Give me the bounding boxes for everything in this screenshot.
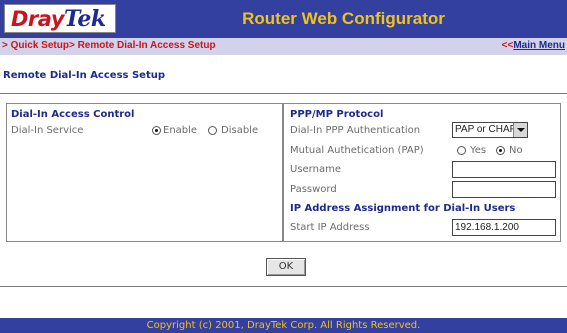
- dial-in-service-label: Dial-In Service: [11, 125, 84, 136]
- disable-radio[interactable]: [208, 126, 217, 135]
- mutual-yes-radio[interactable]: [457, 146, 466, 155]
- logo-dray: Dray: [11, 7, 65, 31]
- ppp-mp-heading: PPP/MP Protocol: [290, 109, 384, 120]
- enable-radio[interactable]: [152, 126, 161, 135]
- mutual-no-radio[interactable]: [496, 146, 505, 155]
- chevron-down-icon[interactable]: [513, 123, 527, 137]
- start-ip-label: Start IP Address: [290, 222, 370, 233]
- main-menu-link[interactable]: Main Menu: [513, 40, 565, 51]
- main-menu-prefix: <<: [501, 40, 514, 51]
- app-title: Router Web Configurator: [242, 9, 445, 28]
- copyright-footer: Copyright (c) 2001, DrayTek Corp. All Ri…: [0, 318, 567, 333]
- auth-select-value: PAP or CHAP: [455, 124, 517, 135]
- logo-tek: Tek: [64, 6, 106, 32]
- breadcrumb: > Quick Setup> Remote Dial-In Access Set…: [2, 40, 216, 51]
- username-input[interactable]: [452, 161, 556, 178]
- start-ip-input[interactable]: 192.168.1.200: [452, 219, 556, 236]
- main-menu-nav: <<Main Menu: [502, 40, 565, 51]
- ok-button[interactable]: OK: [266, 258, 306, 276]
- auth-select[interactable]: PAP or CHAP: [452, 122, 528, 138]
- mutual-no-label: No: [509, 145, 523, 156]
- auth-label: Dial-In PPP Authentication: [290, 125, 421, 136]
- divider-top: [0, 93, 567, 94]
- breadcrumb-bar: > Quick Setup> Remote Dial-In Access Set…: [0, 38, 567, 55]
- password-input[interactable]: [452, 181, 556, 198]
- header-bar: DrayTek Router Web Configurator: [0, 0, 567, 38]
- dial-in-access-heading: Dial-In Access Control: [11, 109, 135, 120]
- page-title: Remote Dial-In Access Setup: [3, 70, 165, 81]
- mutual-yes-label: Yes: [470, 145, 487, 156]
- divider-bottom: [0, 286, 567, 287]
- logo-dray-text: DrayTek: [11, 6, 106, 32]
- dial-in-access-panel: [6, 103, 283, 242]
- password-label: Password: [290, 184, 337, 195]
- disable-radio-label: Disable: [221, 125, 259, 136]
- username-label: Username: [290, 164, 341, 175]
- ip-assignment-heading: IP Address Assignment for Dial-In Users: [290, 203, 516, 214]
- draytek-logo: DrayTek: [4, 4, 116, 33]
- mutual-auth-label: Mutual Authetication (PAP): [290, 145, 424, 156]
- enable-radio-label: Enable: [163, 125, 198, 136]
